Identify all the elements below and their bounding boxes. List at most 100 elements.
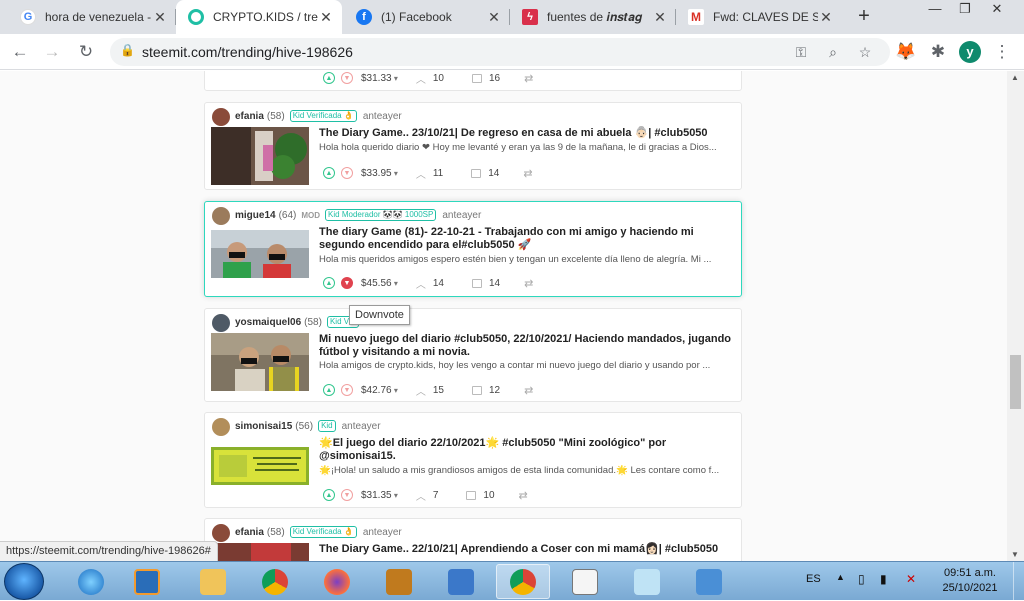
menu-icon[interactable]: ⋮ bbox=[990, 40, 1014, 64]
post-excerpt[interactable]: Hola hola querido diario ❤ Hoy me levant… bbox=[319, 142, 739, 153]
back-icon[interactable]: ← bbox=[8, 40, 32, 64]
comments[interactable]: 16 bbox=[471, 73, 500, 84]
avatar[interactable] bbox=[212, 524, 230, 542]
scroll-down-icon[interactable]: ▼ bbox=[1011, 550, 1019, 559]
downvote-icon[interactable]: ▼ bbox=[341, 489, 353, 501]
post-time[interactable]: anteayer bbox=[363, 527, 402, 538]
author-name[interactable]: efania bbox=[235, 527, 264, 538]
downvote-icon[interactable]: ▼ bbox=[341, 277, 353, 289]
post-title[interactable]: The Diary Game.. 23/10/21| De regreso en… bbox=[319, 127, 739, 140]
votes[interactable]: ︿ 15 bbox=[416, 383, 444, 398]
minimize-button[interactable]: — bbox=[920, 0, 950, 20]
show-hidden-icons[interactable]: ▲ bbox=[836, 572, 845, 582]
upvote-icon[interactable]: ▲ bbox=[323, 489, 335, 501]
reblog-icon[interactable]: ⇄ bbox=[524, 72, 533, 85]
post-thumbnail[interactable] bbox=[211, 543, 309, 561]
forward-icon[interactable]: → bbox=[40, 40, 64, 64]
system-clock[interactable]: 09:51 a.m. 25/10/2021 bbox=[935, 566, 1005, 596]
taskbar-firefox[interactable] bbox=[310, 564, 364, 599]
device-icon[interactable]: ▯ bbox=[858, 572, 865, 586]
downvote-icon[interactable]: ▼ bbox=[341, 384, 353, 396]
taskbar-network-app[interactable] bbox=[434, 564, 488, 599]
post-excerpt[interactable]: 🌟¡Hola! un saludo a mis grandiosos amigo… bbox=[319, 465, 739, 476]
metamask-icon[interactable]: 🦊 bbox=[894, 40, 918, 64]
network-signal-icon[interactable]: ▮ bbox=[880, 572, 887, 586]
post-thumbnail[interactable] bbox=[211, 230, 309, 278]
close-window-button[interactable]: ✕ bbox=[982, 0, 1012, 20]
tab-fonts[interactable]: ϟ fuentes de 𝒊𝒏𝒔𝒕𝒂𝒈 ✕ bbox=[510, 0, 676, 34]
bookmark-star-icon[interactable]: ☆ bbox=[854, 41, 876, 63]
volume-muted-icon[interactable]: ✕ bbox=[906, 572, 916, 586]
reload-icon[interactable]: ↻ bbox=[74, 40, 98, 64]
show-desktop-button[interactable] bbox=[1013, 562, 1024, 601]
votes[interactable]: ︿ 14 bbox=[416, 276, 444, 291]
votes[interactable]: ︿ 11 bbox=[416, 166, 443, 181]
key-icon[interactable]: ⚿ bbox=[790, 41, 812, 63]
avatar[interactable] bbox=[212, 207, 230, 225]
comments[interactable]: 12 bbox=[471, 385, 500, 396]
scroll-thumb[interactable] bbox=[1010, 355, 1021, 409]
comments[interactable]: 14 bbox=[471, 278, 500, 289]
close-tab-icon[interactable]: ✕ bbox=[318, 9, 334, 26]
payout[interactable]: $31.33 bbox=[361, 73, 398, 84]
close-tab-icon[interactable]: ✕ bbox=[486, 9, 502, 26]
payout[interactable]: $45.56 bbox=[361, 278, 398, 289]
votes[interactable]: ︿ 10 bbox=[416, 71, 444, 86]
start-button[interactable] bbox=[4, 563, 44, 600]
post-thumbnail[interactable] bbox=[211, 127, 309, 185]
author-name[interactable]: migue14 bbox=[235, 210, 276, 221]
avatar[interactable] bbox=[212, 314, 230, 332]
extensions-icon[interactable]: ✱ bbox=[926, 40, 950, 64]
new-tab-button[interactable]: + bbox=[851, 4, 877, 30]
close-tab-icon[interactable]: ✕ bbox=[652, 9, 668, 26]
taskbar-media-player[interactable] bbox=[120, 564, 174, 599]
taskbar-notepad[interactable] bbox=[620, 564, 674, 599]
post-thumbnail[interactable] bbox=[211, 333, 309, 391]
upvote-icon[interactable]: ▲ bbox=[323, 72, 335, 84]
reblog-icon[interactable]: ⇄ bbox=[524, 277, 533, 290]
taskbar-game[interactable] bbox=[372, 564, 426, 599]
reblog-icon[interactable]: ⇄ bbox=[523, 167, 532, 180]
upvote-icon[interactable]: ▲ bbox=[323, 167, 335, 179]
downvote-icon[interactable]: ▼ bbox=[341, 167, 353, 179]
post-title[interactable]: Mi nuevo juego del diario #club5050, 22/… bbox=[319, 333, 739, 359]
zoom-icon[interactable]: ⌕ bbox=[822, 41, 844, 63]
upvote-icon[interactable]: ▲ bbox=[323, 277, 335, 289]
reblog-icon[interactable]: ⇄ bbox=[524, 384, 533, 397]
taskbar-chrome[interactable] bbox=[248, 564, 302, 599]
post-title[interactable]: The diary Game (81)- 22-10-21 - Trabajan… bbox=[319, 226, 739, 252]
author-name[interactable]: yosmaiquel06 bbox=[235, 317, 301, 328]
avatar[interactable] bbox=[212, 418, 230, 436]
votes[interactable]: ︿ 7 bbox=[416, 488, 439, 503]
taskbar-photo-viewer[interactable] bbox=[682, 564, 736, 599]
post-thumbnail[interactable] bbox=[211, 447, 309, 485]
taskbar-chrome-profile[interactable] bbox=[496, 564, 550, 599]
post-time[interactable]: anteayer bbox=[442, 210, 481, 221]
taskbar-document[interactable] bbox=[558, 564, 612, 599]
tab-facebook[interactable]: f (1) Facebook ✕ bbox=[344, 0, 510, 34]
taskbar-file-explorer[interactable] bbox=[186, 564, 240, 599]
url-text[interactable]: steemit.com/trending/hive-198626 bbox=[142, 44, 353, 60]
avatar[interactable] bbox=[212, 108, 230, 126]
post-time[interactable]: anteayer bbox=[363, 111, 402, 122]
payout[interactable]: $31.35 bbox=[361, 490, 398, 501]
tab-google[interactable]: G hora de venezuela - ✕ bbox=[8, 0, 176, 34]
post-title[interactable]: The Diary Game.. 22/10/21| Aprendiendo a… bbox=[319, 543, 739, 556]
author-name[interactable]: efania bbox=[235, 111, 264, 122]
comments[interactable]: 14 bbox=[471, 168, 499, 179]
restore-button[interactable]: ❐ bbox=[950, 0, 980, 20]
author-name[interactable]: simonisai15 bbox=[235, 421, 292, 432]
downvote-icon[interactable]: ▼ bbox=[341, 72, 353, 84]
language-indicator[interactable]: ES bbox=[806, 573, 821, 585]
tab-gmail[interactable]: M Fwd: CLAVES DE ST ✕ bbox=[676, 0, 842, 34]
taskbar-internet-explorer[interactable] bbox=[64, 564, 118, 599]
upvote-icon[interactable]: ▲ bbox=[323, 384, 335, 396]
post-excerpt[interactable]: Hola mis queridos amigos espero estén bi… bbox=[319, 254, 739, 265]
post-title[interactable]: 🌟El juego del diario 22/10/2021🌟 #club50… bbox=[319, 437, 739, 463]
reblog-icon[interactable]: ⇄ bbox=[519, 489, 528, 502]
profile-avatar[interactable]: y bbox=[959, 41, 981, 63]
post-excerpt[interactable]: Hola amigos de crypto.kids, hoy les veng… bbox=[319, 360, 739, 371]
address-bar[interactable]: 🔒 steemit.com/trending/hive-198626 ⚿ ⌕ ☆ bbox=[110, 38, 890, 66]
post-time[interactable]: anteayer bbox=[342, 421, 381, 432]
scroll-up-icon[interactable]: ▲ bbox=[1011, 73, 1019, 82]
